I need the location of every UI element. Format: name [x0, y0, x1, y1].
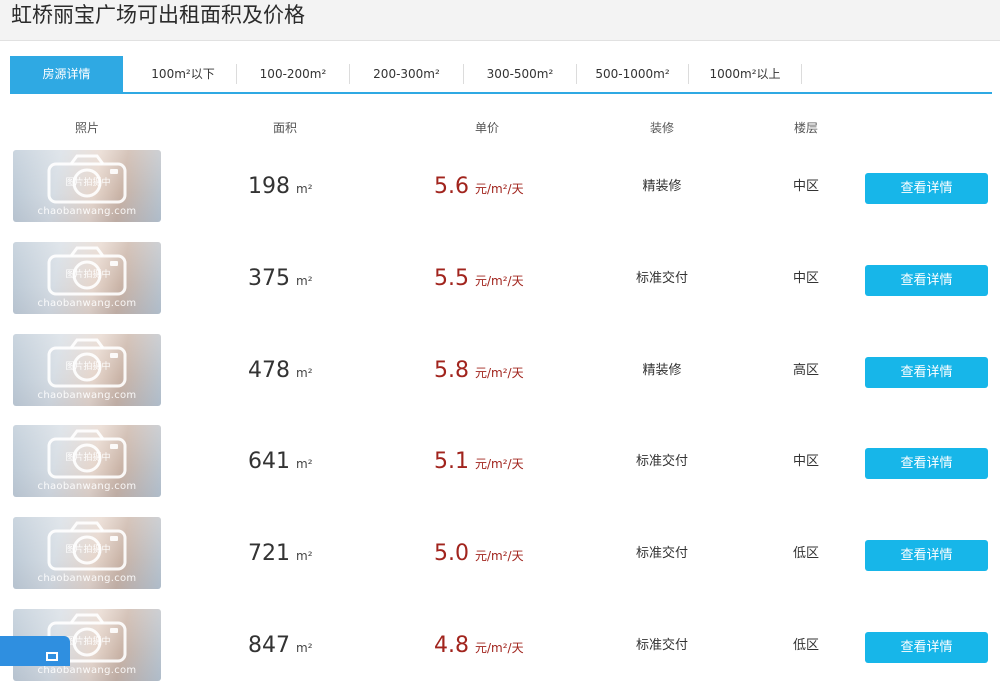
area-unit: m² — [296, 549, 313, 563]
photo-watermark-site: chaobanwang.com — [37, 573, 137, 584]
listing-photo[interactable]: 图片拍摄中 chaobanwang.com — [13, 150, 161, 222]
tab-500-1000[interactable]: 500-1000m² — [577, 56, 688, 92]
table-row: 图片拍摄中 chaobanwang.com 198 m² 5.6 元/m²/天 精装… — [0, 150, 1000, 222]
listing-photo[interactable]: 图片拍摄中 chaobanwang.com — [13, 334, 161, 406]
tab-under-100[interactable]: 100m²以下 — [130, 56, 236, 92]
area-number: 721 — [248, 541, 290, 566]
price-unit: 元/m²/天 — [475, 457, 524, 471]
photo-watermark-text: 图片拍摄中 — [65, 453, 111, 463]
decoration-status: 标准交付 — [635, 271, 689, 286]
tab-divider — [801, 64, 802, 84]
photo-watermark-site: chaobanwang.com — [37, 665, 137, 676]
photo-watermark-text: 图片拍摄中 — [65, 362, 111, 372]
table-row: 图片拍摄中 chaobanwang.com 478 m² 5.8 元/m²/天 精装… — [0, 334, 1000, 406]
photo-watermark-text: 图片拍摄中 — [65, 270, 111, 280]
window-icon — [46, 652, 58, 661]
price-unit: 元/m²/天 — [475, 549, 524, 563]
area-number: 375 — [248, 266, 290, 291]
floor-zone: 高区 — [792, 363, 820, 378]
view-details-button[interactable]: 查看详情 — [865, 448, 988, 479]
column-header-photo: 照片 — [74, 121, 100, 135]
photo-watermark-text: 图片拍摄中 — [65, 178, 111, 188]
view-details-button[interactable]: 查看详情 — [865, 357, 988, 388]
unit-price: 5.5 元/m²/天 — [434, 266, 524, 294]
price-number: 4.8 — [434, 633, 469, 658]
listing-photo[interactable]: 图片拍摄中 chaobanwang.com — [13, 425, 161, 497]
table-row: 图片拍摄中 chaobanwang.com 375 m² 5.5 元/m²/天 标准… — [0, 242, 1000, 314]
area-number: 478 — [248, 358, 290, 383]
tab-200-300[interactable]: 200-300m² — [350, 56, 463, 92]
price-unit: 元/m²/天 — [475, 641, 524, 655]
area-value: 478 m² — [248, 358, 313, 386]
photo-watermark-text: 图片拍摄中 — [65, 545, 111, 555]
price-number: 5.6 — [434, 174, 469, 199]
area-number: 198 — [248, 174, 290, 199]
price-unit: 元/m²/天 — [475, 274, 524, 288]
area-filter-tabs: 房源详情 100m²以下 100-200m² 200-300m² 300-500… — [10, 56, 992, 94]
floor-zone: 中区 — [792, 454, 820, 469]
tab-100-200[interactable]: 100-200m² — [237, 56, 349, 92]
decoration-status: 精装修 — [642, 179, 682, 194]
page-header: 虹桥丽宝广场可出租面积及价格 — [0, 0, 1000, 41]
unit-price: 5.6 元/m²/天 — [434, 174, 524, 202]
area-value: 641 m² — [248, 449, 313, 477]
column-header-decoration: 装修 — [649, 121, 675, 135]
view-details-button[interactable]: 查看详情 — [865, 265, 988, 296]
floor-zone: 低区 — [792, 638, 820, 653]
table-row: 图片拍摄中 chaobanwang.com 641 m² 5.1 元/m²/天 标准… — [0, 425, 1000, 497]
price-number: 5.1 — [434, 449, 469, 474]
tab-over-1000[interactable]: 1000m²以上 — [689, 56, 801, 92]
listing-photo[interactable]: 图片拍摄中 chaobanwang.com — [13, 242, 161, 314]
area-unit: m² — [296, 457, 313, 471]
area-number: 847 — [248, 633, 290, 658]
table-row: 图片拍摄中 chaobanwang.com 721 m² 5.0 元/m²/天 标准… — [0, 517, 1000, 589]
unit-price: 4.8 元/m²/天 — [434, 633, 524, 661]
price-unit: 元/m²/天 — [475, 366, 524, 380]
page-title: 虹桥丽宝广场可出租面积及价格 — [11, 3, 305, 27]
area-value: 375 m² — [248, 266, 313, 294]
area-unit: m² — [296, 641, 313, 655]
tab-300-500[interactable]: 300-500m² — [464, 56, 576, 92]
unit-price: 5.0 元/m²/天 — [434, 541, 524, 569]
table-row: 图片拍摄中 chaobanwang.com 847 m² 4.8 元/m²/天 标准… — [0, 609, 1000, 681]
area-unit: m² — [296, 182, 313, 196]
photo-watermark-site: chaobanwang.com — [37, 298, 137, 309]
tab-listing-details[interactable]: 房源详情 — [10, 56, 123, 92]
decoration-status: 标准交付 — [635, 546, 689, 561]
price-unit: 元/m²/天 — [475, 182, 524, 196]
view-details-button[interactable]: 查看详情 — [865, 632, 988, 663]
column-header-floor: 楼层 — [793, 121, 819, 135]
unit-price: 5.8 元/m²/天 — [434, 358, 524, 386]
price-number: 5.8 — [434, 358, 469, 383]
floor-zone: 中区 — [792, 271, 820, 286]
listing-photo[interactable]: 图片拍摄中 chaobanwang.com — [13, 517, 161, 589]
column-header-price: 单价 — [474, 121, 500, 135]
column-header-area: 面积 — [272, 121, 298, 135]
decoration-status: 精装修 — [642, 363, 682, 378]
area-unit: m² — [296, 274, 313, 288]
unit-price: 5.1 元/m²/天 — [434, 449, 524, 477]
floating-widget[interactable] — [0, 636, 70, 666]
floor-zone: 低区 — [792, 546, 820, 561]
area-unit: m² — [296, 366, 313, 380]
area-value: 198 m² — [248, 174, 313, 202]
area-value: 847 m² — [248, 633, 313, 661]
view-details-button[interactable]: 查看详情 — [865, 540, 988, 571]
photo-watermark-site: chaobanwang.com — [37, 390, 137, 401]
view-details-button[interactable]: 查看详情 — [865, 173, 988, 204]
price-number: 5.5 — [434, 266, 469, 291]
area-number: 641 — [248, 449, 290, 474]
price-number: 5.0 — [434, 541, 469, 566]
photo-watermark-site: chaobanwang.com — [37, 481, 137, 492]
floor-zone: 中区 — [792, 179, 820, 194]
decoration-status: 标准交付 — [635, 454, 689, 469]
photo-watermark-site: chaobanwang.com — [37, 206, 137, 217]
decoration-status: 标准交付 — [635, 638, 689, 653]
area-value: 721 m² — [248, 541, 313, 569]
